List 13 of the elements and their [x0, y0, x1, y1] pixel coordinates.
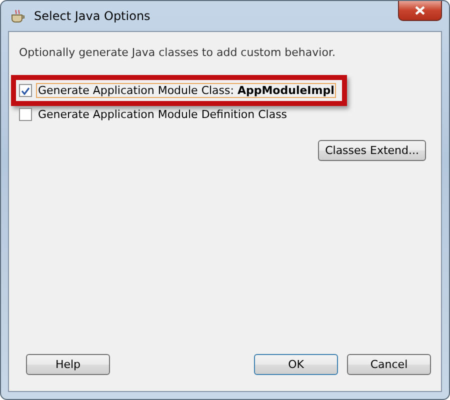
close-button[interactable]: [398, 1, 442, 21]
checkbox[interactable]: [19, 108, 32, 121]
option-label[interactable]: Generate Application Module Definition Class: [36, 107, 290, 122]
help-button[interactable]: Help: [26, 354, 110, 375]
classes-extend-button[interactable]: Classes Extend...: [318, 140, 426, 161]
coffee-cup-icon: [10, 9, 26, 23]
close-icon: [415, 6, 425, 15]
checkbox[interactable]: [19, 84, 32, 97]
window-title: Select Java Options: [34, 9, 150, 23]
option-label[interactable]: Generate Application Module Class: AppModuleImpl: [36, 83, 336, 98]
ok-button[interactable]: OK: [254, 354, 338, 375]
cancel-button[interactable]: Cancel: [347, 354, 431, 375]
description-text: Optionally generate Java classes to add custom behavior.: [19, 46, 336, 59]
